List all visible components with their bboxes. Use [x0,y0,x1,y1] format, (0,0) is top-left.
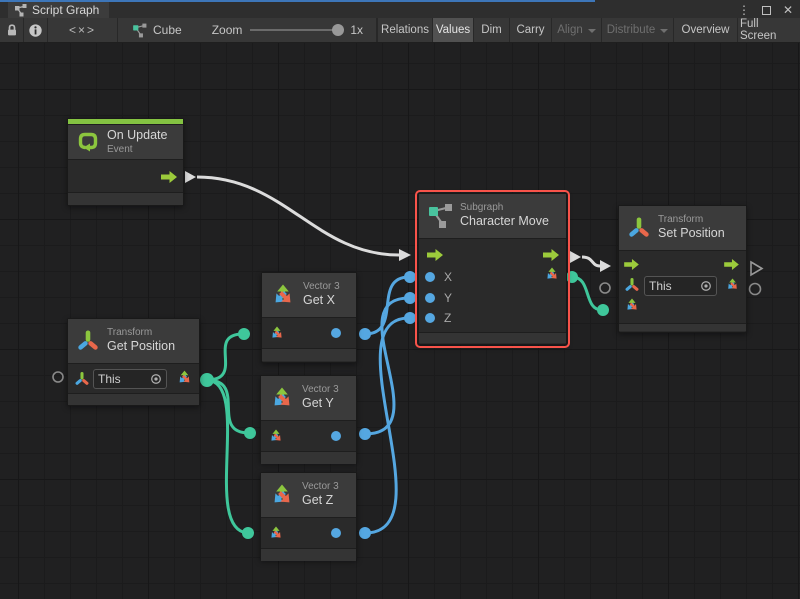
port-label-x: X [444,270,452,284]
node-type-label: Vector 3 [302,481,339,494]
node-header[interactable]: Vector 3 Get X [262,273,356,317]
setposition-flow-out-ghost[interactable] [751,262,762,275]
transform-input-icon[interactable] [74,371,90,387]
flow-output-port[interactable] [543,249,559,261]
flow-output-port[interactable] [161,171,177,183]
node-type-label: Subgraph [460,202,549,215]
update-loop-icon [76,130,100,154]
this-object-field[interactable]: This [93,369,167,389]
flow-output-port[interactable] [724,259,739,270]
wire-charactermove-to-setposition[interactable] [570,251,611,272]
node-footer [68,393,199,405]
value-output-port[interactable] [331,328,341,338]
node-type-label: Transform [658,214,725,227]
setposition-self-ghost-port[interactable] [600,283,610,293]
node-on-update[interactable]: On Update Event [67,118,184,206]
node-type-label: Vector 3 [302,384,339,397]
node-header[interactable]: Subgraph Character Move [419,194,566,238]
node-title: Character Move [460,214,549,230]
value-output-port[interactable] [331,431,341,441]
node-header[interactable]: Transform Get Position [68,319,199,363]
value-input-port-y[interactable] [425,293,435,303]
node-get-z[interactable]: Vector 3 Get Z [260,472,357,560]
node-footer [261,451,356,464]
node-title: On Update [107,128,167,144]
transform-icon [627,216,651,240]
node-title: Get Y [302,396,339,412]
vector3-icon [269,482,295,508]
wire-charactermove-vector-to-setposition[interactable] [566,271,609,316]
node-character-move[interactable]: Subgraph Character Move X Y Z [418,193,567,345]
node-header[interactable]: On Update Event [68,125,183,159]
node-type-label: Vector 3 [303,281,340,294]
object-picker-target-icon[interactable] [700,280,712,292]
vector3-input-port[interactable] [624,297,640,313]
node-footer [68,192,183,205]
object-picker-target-icon[interactable] [150,373,162,385]
node-footer [262,348,356,361]
getposition-self-ghost-port[interactable] [53,372,63,382]
vector3-input-port[interactable] [268,428,284,444]
node-footer [619,323,746,331]
this-value: This [98,372,121,386]
node-footer [419,332,566,343]
node-title: Get Position [107,339,175,355]
port-label-z: Z [444,311,451,325]
transform-icon [76,329,100,353]
setposition-value-out-ghost[interactable] [750,284,761,295]
node-title: Set Position [658,226,725,242]
node-type-label: Transform [107,327,175,340]
value-input-port-z[interactable] [425,313,435,323]
node-get-position[interactable]: Transform Get Position This [67,318,200,406]
transform-input-icon[interactable] [624,277,640,293]
this-value: This [649,279,672,293]
wire-getposition-outputs[interactable] [200,328,256,539]
vector3-icon [269,385,295,411]
vector3-icon [270,282,296,308]
vector3-output-port[interactable] [176,369,193,386]
flow-input-port[interactable] [427,249,443,261]
node-header[interactable]: Vector 3 Get Z [261,473,356,517]
node-type-label: Event [107,144,167,157]
this-object-field[interactable]: This [644,276,717,296]
node-header[interactable]: Transform Set Position [619,206,746,250]
node-get-y[interactable]: Vector 3 Get Y [260,375,357,463]
wire-getz-to-charactermove[interactable] [359,312,416,539]
value-output-port[interactable] [331,528,341,538]
node-title: Get Z [302,493,339,509]
node-get-x[interactable]: Vector 3 Get X [261,272,357,363]
vector3-output-port[interactable] [725,277,740,292]
node-footer [261,548,356,561]
subgraph-icon [427,203,453,229]
graph-canvas[interactable]: On Update Event Transform Get Position T… [0,43,800,599]
node-title: Get X [303,293,340,309]
wire-onupdate-to-charactermove[interactable] [185,171,411,261]
vector3-input-port[interactable] [269,325,285,341]
vector3-input-port[interactable] [268,525,284,541]
port-label-y: Y [444,291,452,305]
vector3-output-port[interactable] [544,266,560,282]
node-header[interactable]: Vector 3 Get Y [261,376,356,420]
node-set-position[interactable]: Transform Set Position This [618,205,747,333]
value-input-port-x[interactable] [425,272,435,282]
flow-input-port[interactable] [624,259,639,270]
